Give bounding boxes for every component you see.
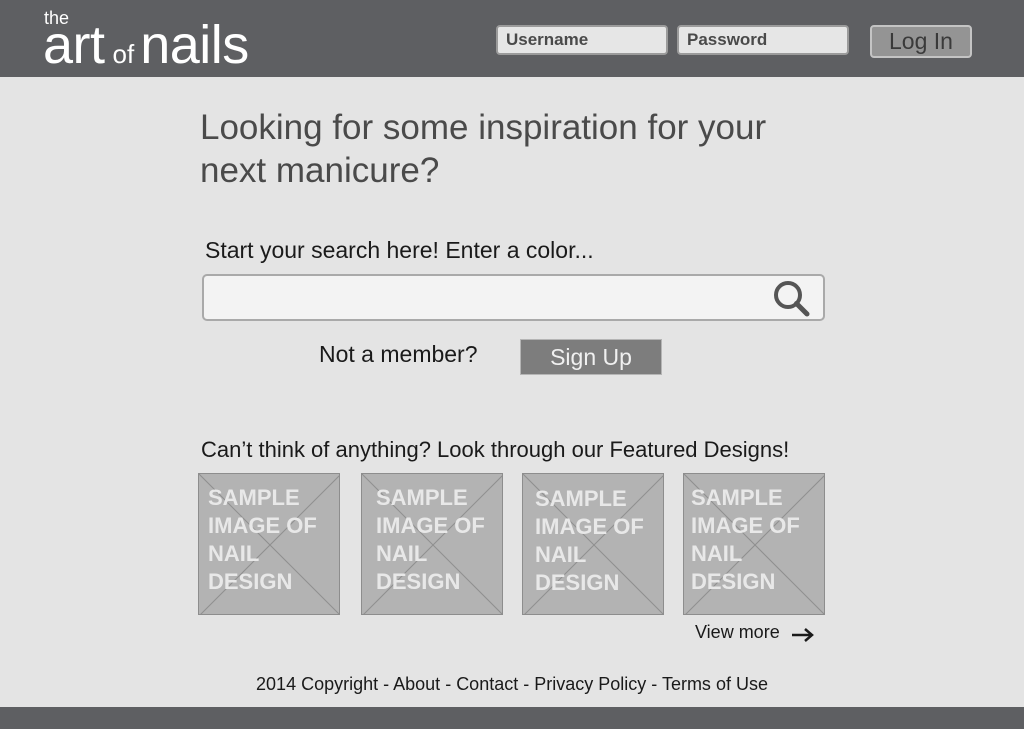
site-footer: 2014 Copyright - About - Contact - Priva… xyxy=(0,674,1024,695)
featured-design-2[interactable]: SAMPLE IMAGE OF NAIL DESIGN xyxy=(361,473,503,615)
footer-link-about[interactable]: About xyxy=(393,674,440,694)
footer-copyright: 2014 Copyright xyxy=(256,674,379,694)
featured-designs-label: Can’t think of anything? Look through ou… xyxy=(201,437,790,462)
bottom-bar xyxy=(0,707,1024,729)
search-input[interactable] xyxy=(210,280,764,317)
featured-design-4[interactable]: SAMPLE IMAGE OF NAIL DESIGN xyxy=(683,473,825,615)
footer-link-contact[interactable]: Contact xyxy=(456,674,518,694)
design-placeholder-text: SAMPLE IMAGE OF NAIL DESIGN xyxy=(535,486,644,595)
footer-link-privacy[interactable]: Privacy Policy xyxy=(534,674,646,694)
footer-separator: - xyxy=(440,674,457,694)
login-button[interactable]: Log In xyxy=(870,25,972,58)
featured-design-1[interactable]: SAMPLE IMAGE OF NAIL DESIGN xyxy=(198,473,340,615)
design-placeholder-text: SAMPLE IMAGE OF NAIL DESIGN xyxy=(208,485,317,594)
view-more-link[interactable]: View more xyxy=(695,622,780,643)
not-member-text: Not a member? xyxy=(319,341,478,367)
footer-separator: - xyxy=(378,674,394,694)
logo-art: art xyxy=(43,15,105,75)
footer-separator: - xyxy=(518,674,535,694)
arrow-right-icon[interactable] xyxy=(791,627,815,643)
search-label: Start your search here! Enter a color... xyxy=(205,237,594,263)
featured-design-3[interactable]: SAMPLE IMAGE OF NAIL DESIGN xyxy=(522,473,664,615)
page-headline: Looking for some inspiration for your ne… xyxy=(200,108,767,190)
username-input[interactable] xyxy=(496,25,668,55)
footer-separator: - xyxy=(646,674,662,694)
design-placeholder-text: SAMPLE IMAGE OF NAIL DESIGN xyxy=(376,485,485,594)
logo-nails: nails xyxy=(140,15,249,75)
search-icon[interactable] xyxy=(771,279,813,319)
password-input[interactable] xyxy=(677,25,849,55)
design-placeholder-text: SAMPLE IMAGE OF NAIL DESIGN xyxy=(691,485,800,594)
footer-link-terms[interactable]: Terms of Use xyxy=(662,674,768,694)
signup-button[interactable]: Sign Up xyxy=(520,339,662,375)
site-header: the artofnails Log In xyxy=(0,0,1024,77)
logo-wordmark: art of nails xyxy=(43,18,249,72)
search-bar xyxy=(202,274,825,321)
logo-of: of xyxy=(112,39,135,69)
